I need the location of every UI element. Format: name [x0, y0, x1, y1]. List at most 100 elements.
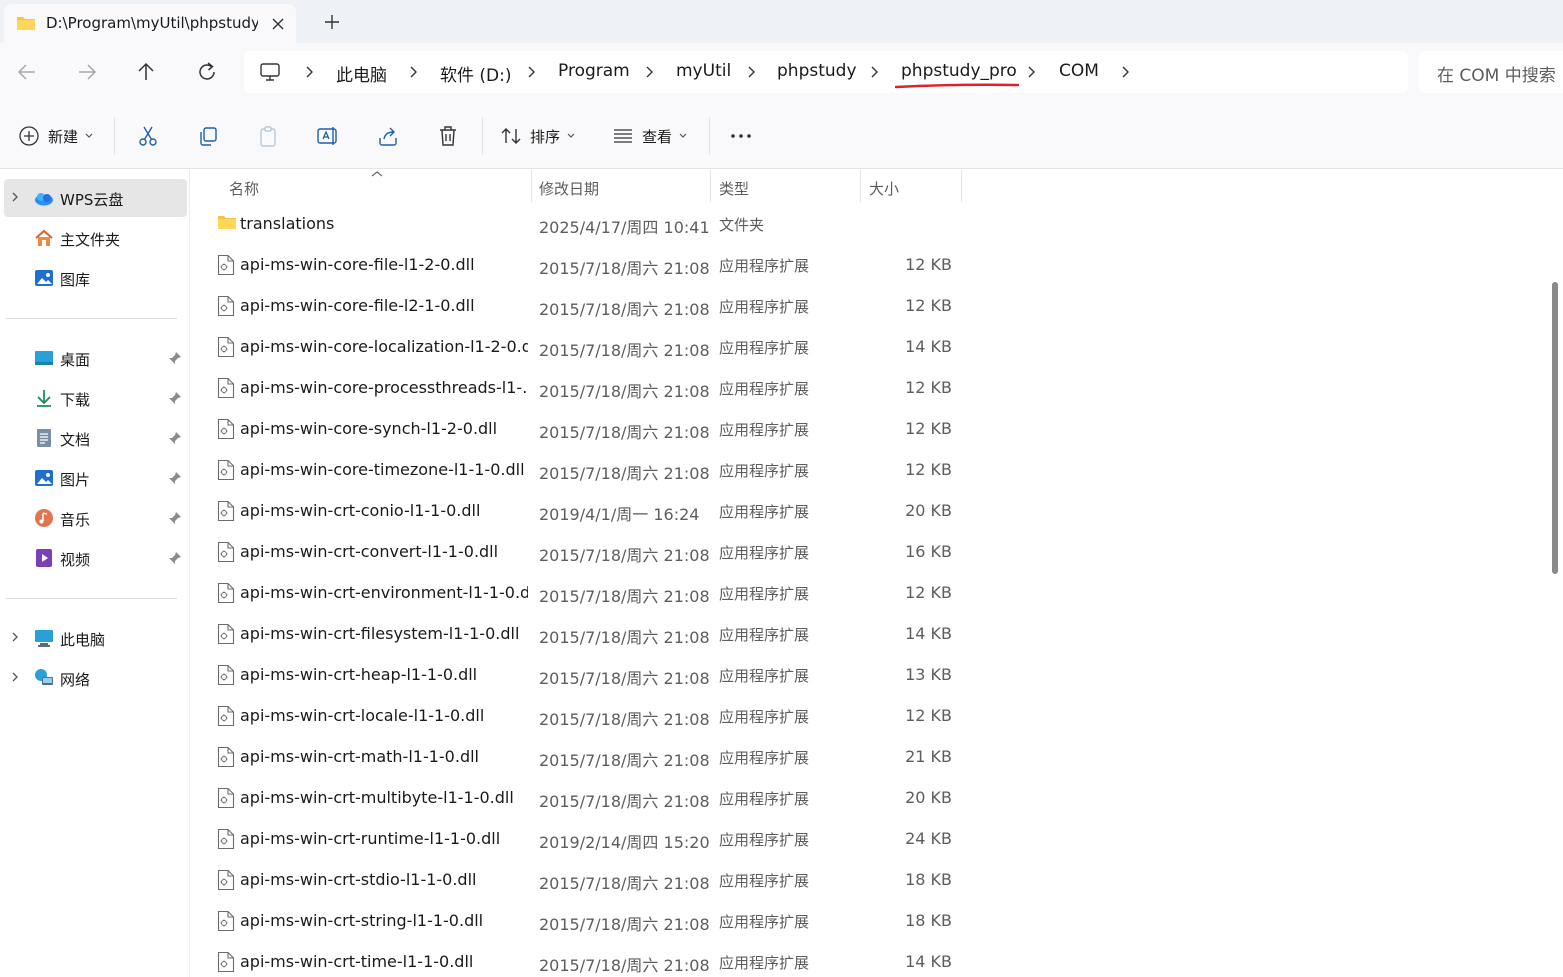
refresh-button[interactable]: [194, 59, 220, 85]
sidebar-item-home[interactable]: 主文件夹: [4, 219, 187, 257]
file-row[interactable]: api-ms-win-crt-heap-l1-1-0.dll 2015/7/18/…: [191, 654, 1551, 695]
breadcrumb-myutil[interactable]: myUtil: [676, 61, 731, 81]
breadcrumb-com[interactable]: COM: [1059, 61, 1099, 81]
file-row[interactable]: api-ms-win-core-file-l1-2-0.dll 2015/7/18…: [191, 244, 1551, 285]
breadcrumb-phpstudy[interactable]: phpstudy: [777, 61, 857, 81]
column-header-date[interactable]: 修改日期: [531, 170, 711, 202]
delete-button[interactable]: [436, 123, 460, 149]
view-button-label: 查看: [642, 127, 673, 146]
file-row[interactable]: api-ms-win-crt-convert-l1-1-0.dll 2015/7/…: [191, 531, 1551, 572]
file-name: api-ms-win-crt-filesystem-l1-1-0.dll: [240, 624, 520, 643]
share-icon: [379, 127, 397, 146]
sort-button[interactable]: 排序: [500, 123, 576, 149]
file-row[interactable]: api-ms-win-core-file-l2-1-0.dll 2015/7/18…: [191, 285, 1551, 326]
breadcrumb-program[interactable]: Program: [558, 61, 630, 81]
file-date: 2015/7/18/周六 21:08: [539, 259, 710, 278]
file-name: api-ms-win-core-timezone-l1-1-0.dll: [240, 460, 525, 479]
chevron-right-icon[interactable]: [302, 64, 316, 80]
sidebar-item-network[interactable]: 网络: [4, 659, 187, 697]
dll-file-icon: [217, 418, 235, 444]
sidebar-item-label: 音乐: [60, 511, 91, 529]
file-name: translations: [240, 214, 335, 233]
vertical-scrollbar[interactable]: [1552, 282, 1558, 574]
dll-file-icon: [217, 500, 235, 526]
file-row[interactable]: api-ms-win-core-processthreads-l1-... 201…: [191, 367, 1551, 408]
chevron-right-icon[interactable]: [642, 64, 656, 80]
breadcrumb-drive-d[interactable]: 软件 (D:): [440, 61, 512, 86]
forward-button[interactable]: [74, 59, 100, 85]
file-row[interactable]: api-ms-win-crt-math-l1-1-0.dll 2015/7/18/…: [191, 736, 1551, 777]
new-button[interactable]: 新建: [18, 123, 94, 149]
chevron-right-icon[interactable]: [524, 64, 538, 80]
chevron-right-icon[interactable]: [744, 64, 758, 80]
column-header-label: 名称: [229, 180, 260, 198]
file-row[interactable]: api-ms-win-crt-filesystem-l1-1-0.dll 2015…: [191, 613, 1551, 654]
sidebar-item-gallery[interactable]: 图库: [4, 259, 187, 297]
paste-button[interactable]: [256, 123, 280, 149]
file-row[interactable]: api-ms-win-crt-time-l1-1-0.dll 2015/7/18/…: [191, 941, 1551, 977]
file-type: 应用程序扩展: [719, 790, 810, 808]
file-row[interactable]: api-ms-win-crt-environment-l1-1-0.dll 201…: [191, 572, 1551, 613]
file-row[interactable]: api-ms-win-core-timezone-l1-1-0.dll 2015/…: [191, 449, 1551, 490]
search-placeholder: 在 COM 中搜索: [1437, 66, 1556, 86]
breadcrumb-this-pc[interactable]: 此电脑: [336, 61, 387, 86]
file-date: 2015/7/18/周六 21:08: [539, 751, 710, 770]
column-header-type[interactable]: 类型: [711, 170, 861, 202]
file-list: 名称 修改日期 类型 大小 translations 2025/4/17/周四 1…: [191, 170, 1563, 977]
cut-button[interactable]: [136, 123, 160, 149]
command-bar: 新建 排序 查看: [0, 101, 1563, 169]
file-name: api-ms-win-core-synch-l1-2-0.dll: [240, 419, 498, 438]
file-row[interactable]: api-ms-win-core-synch-l1-2-0.dll 2015/7/1…: [191, 408, 1551, 449]
tab-current-folder[interactable]: D:\Program\myUtil\phpstudy\: [4, 4, 296, 43]
more-options-button[interactable]: [728, 123, 754, 149]
sidebar-item-documents[interactable]: 文档: [4, 419, 187, 457]
this-pc-icon: [34, 628, 54, 648]
pin-icon: [169, 472, 181, 484]
close-icon[interactable]: [266, 12, 290, 36]
file-name: api-ms-win-crt-multibyte-l1-1-0.dll: [240, 788, 514, 807]
file-row[interactable]: api-ms-win-crt-string-l1-1-0.dll 2015/7/1…: [191, 900, 1551, 941]
file-name: api-ms-win-crt-environment-l1-1-0.dll: [240, 583, 528, 602]
chevron-right-icon: [12, 632, 18, 642]
file-name: api-ms-win-crt-locale-l1-1-0.dll: [240, 706, 485, 725]
music-icon: [34, 508, 54, 528]
file-type: 应用程序扩展: [719, 380, 810, 398]
sidebar-item-desktop[interactable]: 桌面: [4, 339, 187, 377]
dll-file-icon: [217, 541, 235, 567]
file-row[interactable]: api-ms-win-crt-conio-l1-1-0.dll 2019/4/1/…: [191, 490, 1551, 531]
sidebar-item-this-pc[interactable]: 此电脑: [4, 619, 187, 657]
share-button[interactable]: [376, 123, 400, 149]
sidebar-item-videos[interactable]: 视频: [4, 539, 187, 577]
rename-button[interactable]: [316, 123, 340, 149]
tab-title: D:\Program\myUtil\phpstudy\: [46, 14, 258, 32]
new-tab-button[interactable]: [320, 10, 344, 34]
column-header-size[interactable]: 大小: [861, 170, 962, 202]
copy-button[interactable]: [196, 123, 220, 149]
file-row[interactable]: api-ms-win-crt-stdio-l1-1-0.dll 2015/7/18…: [191, 859, 1551, 900]
back-button[interactable]: [14, 59, 40, 85]
file-row[interactable]: api-ms-win-core-localization-l1-2-0.dll 2…: [191, 326, 1551, 367]
file-type: 应用程序扩展: [719, 257, 810, 275]
file-name: api-ms-win-crt-math-l1-1-0.dll: [240, 747, 479, 766]
chevron-right-icon[interactable]: [867, 64, 881, 80]
up-button[interactable]: [133, 59, 159, 85]
sidebar-item-label: 图片: [60, 471, 91, 489]
chevron-right-icon[interactable]: [1118, 64, 1132, 80]
file-size: 21 KB: [905, 747, 952, 766]
sidebar-item-pictures[interactable]: 图片: [4, 459, 187, 497]
file-row[interactable]: api-ms-win-crt-runtime-l1-1-0.dll 2019/2/…: [191, 818, 1551, 859]
address-bar[interactable]: 此电脑 软件 (D:) Program myUtil phpstudy phps…: [244, 51, 1408, 93]
sidebar-item-wps-cloud[interactable]: WPS云盘: [4, 179, 187, 217]
chevron-right-icon[interactable]: [406, 64, 420, 80]
breadcrumb-phpstudy-pro[interactable]: phpstudy_pro: [901, 61, 1017, 81]
file-row[interactable]: translations 2025/4/17/周四 10:41 文件夹: [191, 203, 1551, 244]
file-row[interactable]: api-ms-win-crt-multibyte-l1-1-0.dll 2015/…: [191, 777, 1551, 818]
search-input[interactable]: 在 COM 中搜索: [1419, 51, 1563, 93]
pin-icon: [169, 552, 181, 564]
chevron-right-icon[interactable]: [1024, 64, 1038, 80]
sidebar-item-music[interactable]: 音乐: [4, 499, 187, 537]
sidebar-item-downloads[interactable]: 下载: [4, 379, 187, 417]
file-row[interactable]: api-ms-win-crt-locale-l1-1-0.dll 2015/7/1…: [191, 695, 1551, 736]
view-button[interactable]: 查看: [612, 123, 688, 149]
pin-icon: [169, 512, 181, 524]
